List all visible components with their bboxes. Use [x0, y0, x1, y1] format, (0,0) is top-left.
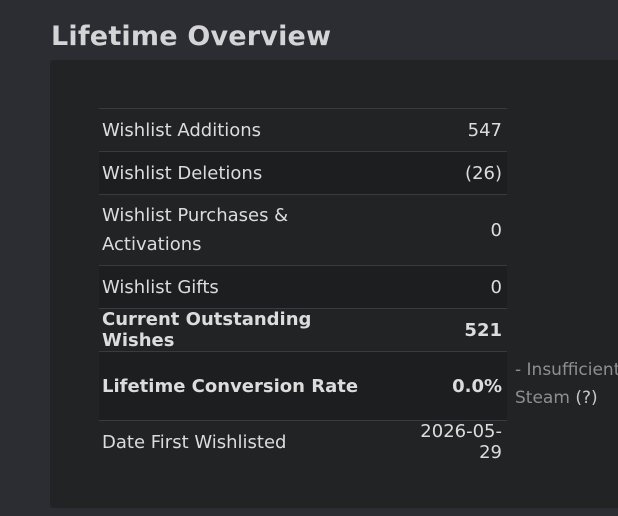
table-row: Wishlist Deletions (26) [99, 151, 507, 195]
wishlist-purchases-label-text: Wishlist Purchases & Activations [102, 205, 289, 255]
table-row: Current Outstanding Wishes 521 [99, 308, 507, 352]
wishlist-gifts-value: 0 [394, 265, 507, 309]
table-row: Wishlist Additions 547 [99, 108, 507, 152]
conversion-note-line1: - Insufficient [515, 360, 618, 380]
wishlist-purchases-label: Wishlist Purchases & Activations [99, 194, 395, 266]
wishlist-additions-value: 547 [394, 108, 507, 152]
lifetime-overview-panel: Wishlist Additions 547 Wishlist Deletion… [50, 60, 618, 508]
conversion-note-line2: Steam (?) [515, 384, 618, 412]
wishlist-purchases-value: 0 [394, 194, 507, 266]
wishlist-deletions-value: (26) [394, 151, 507, 195]
conversion-rate-label: Lifetime Conversion Rate [99, 351, 395, 421]
conversion-help-link[interactable]: (?) [575, 388, 597, 408]
date-first-wishlisted-label: Date First Wishlisted [99, 420, 395, 463]
wishlist-additions-label: Wishlist Additions [99, 108, 395, 152]
table-row: Lifetime Conversion Rate 0.0% [99, 351, 507, 421]
page-title: Lifetime Overview [51, 21, 332, 52]
date-first-wishlisted-value: 2026-05-29 [394, 420, 507, 463]
conversion-rate-value: 0.0% [394, 351, 507, 421]
outstanding-wishes-value: 521 [394, 308, 507, 352]
conversion-note-line2-text: Steam [515, 388, 570, 408]
conversion-rate-note: - Insufficient Steam (?) [515, 356, 618, 412]
table-row: Wishlist Gifts 0 [99, 265, 507, 309]
wishlist-deletions-label: Wishlist Deletions [99, 151, 395, 195]
table-row: Wishlist Purchases & Activations 0 [99, 194, 507, 266]
table-row: Date First Wishlisted 2026-05-29 [99, 420, 507, 463]
wishlist-gifts-label: Wishlist Gifts [99, 265, 395, 309]
outstanding-wishes-label: Current Outstanding Wishes [99, 308, 395, 352]
lifetime-stats-table: Wishlist Additions 547 Wishlist Deletion… [99, 108, 507, 463]
